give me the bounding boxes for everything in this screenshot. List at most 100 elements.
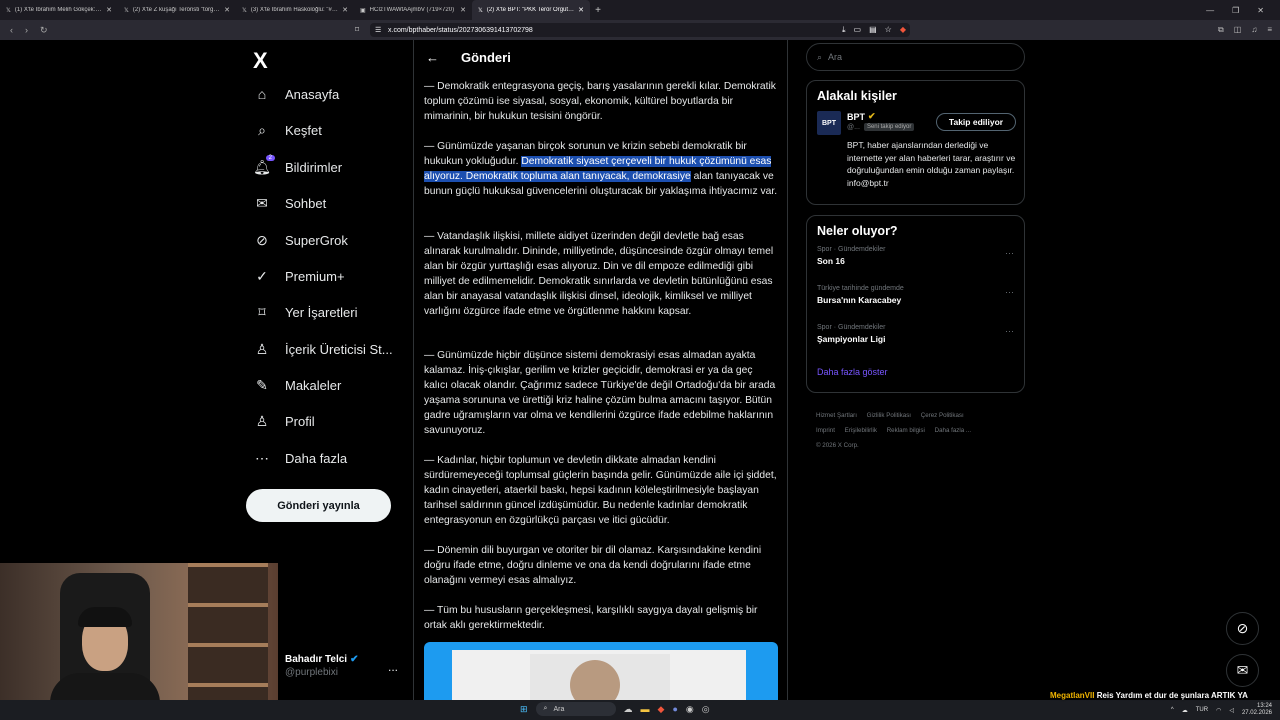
close-icon[interactable]: ✕: [578, 6, 584, 14]
following-button[interactable]: Takip ediliyor: [936, 113, 1016, 131]
nav-item-premium[interactable]: ✓ Premium+: [253, 268, 344, 285]
footer-link[interactable]: Gizlilik Politikası: [867, 412, 911, 419]
browser-tab-active[interactable]: 𝕏 (2) X'te BPT: "PKK Terör Örgütü İ ✕: [472, 0, 590, 20]
search-placeholder: Ara: [828, 52, 843, 62]
show-more-link[interactable]: Daha fazla göster: [807, 363, 1024, 391]
search-icon: ⌕: [543, 705, 548, 712]
browser-tab[interactable]: 𝕏(2) X'te Z kuşağı Teröristi "torgaryen …: [118, 0, 236, 20]
tab-title: (3) X'te İbrahim Haskoloğlu: "#SON: [250, 7, 339, 13]
footer-link[interactable]: Reklam bilgisi: [887, 427, 925, 434]
nav-item-home[interactable]: ⌂ Anasayfa: [253, 86, 339, 102]
close-icon[interactable]: ✕: [460, 6, 466, 14]
close-icon[interactable]: ✕: [224, 6, 230, 14]
avatar[interactable]: BPT: [817, 111, 841, 135]
footer-link[interactable]: Çerez Politikası: [921, 412, 964, 419]
nav-item-creator-studio[interactable]: ♙ İçerik Üreticisi St...: [253, 341, 393, 358]
trend-item[interactable]: Spor · Gündemdekiler Şampiyonlar Ligi ···: [807, 324, 1024, 363]
image-icon: ▣: [360, 7, 366, 14]
browser-tab[interactable]: 𝕏(1) X'te İbrahim Melih Gökçek: "SİZİN ✕: [0, 0, 118, 20]
wallet-icon[interactable]: ◫: [1234, 25, 1242, 35]
volume-icon[interactable]: ◁: [1229, 707, 1234, 714]
nav-item-notifications[interactable]: 🔔︎ 2 Bildirimler: [253, 155, 343, 176]
account-menu-icon[interactable]: ...: [388, 660, 398, 674]
footer-link[interactable]: Erişilebilirlik: [845, 427, 877, 434]
windows-start-icon[interactable]: ⊞: [520, 704, 528, 715]
extensions-icon[interactable]: ⧉: [1218, 25, 1224, 35]
trend-item[interactable]: Spor · Gündemdekiler Son 16 ···: [807, 246, 1024, 285]
maximize-icon[interactable]: ❐: [1232, 6, 1239, 15]
taskbar-search-label: Ara: [553, 705, 565, 713]
more-icon[interactable]: ···: [1005, 326, 1014, 336]
tab-title: (2) X'te BPT: "PKK Terör Örgütü İ: [486, 7, 575, 13]
footer-link[interactable]: Daha fazla ...: [935, 427, 971, 434]
post-button[interactable]: Gönderi yayınla: [246, 489, 391, 522]
screenshot-icon[interactable]: ▭: [854, 25, 862, 35]
star-icon[interactable]: ☆: [885, 25, 892, 35]
brave-icon[interactable]: ◆: [658, 704, 665, 715]
widgets-icon[interactable]: ☁: [624, 704, 633, 715]
nav-item-bookmarks[interactable]: ⌑ Yer İşaretleri: [253, 304, 357, 321]
close-icon[interactable]: ✕: [342, 6, 348, 14]
download-icon[interactable]: ⤓: [842, 25, 846, 35]
reader-icon[interactable]: ▤: [869, 25, 877, 35]
cloud-icon[interactable]: ☁: [1182, 707, 1188, 714]
account-switcher[interactable]: Bahadır Telci ✔ @purplebixi: [285, 654, 358, 678]
nav-item-chat[interactable]: ✉ Sohbet: [253, 195, 326, 212]
browser-tab[interactable]: ▣ HCIzTWAWtAAjmbV (719×720) ✕: [354, 0, 472, 20]
post-text: — Tüm bu hususların gerçekleşmesi, karşı…: [424, 605, 758, 631]
forward-icon[interactable]: ›: [25, 25, 28, 36]
back-icon[interactable]: ‹: [10, 25, 13, 36]
bookshelf-image: [188, 563, 268, 720]
image-frame: [452, 650, 746, 702]
x-logo-icon[interactable]: X: [253, 48, 268, 74]
nav-label: Bildirimler: [285, 160, 343, 175]
nav-item-profile[interactable]: ♙ Profil: [253, 413, 315, 430]
post-image[interactable]: [424, 642, 778, 702]
more-icon[interactable]: ···: [1005, 287, 1014, 297]
trends-card: Neler oluyor? Spor · Gündemdekiler Son 16…: [806, 215, 1025, 393]
file-explorer-icon[interactable]: ▬: [641, 704, 650, 714]
trend-item[interactable]: Türkiye tarihinde gündemde Bursa'nın Kara…: [807, 285, 1024, 324]
chat-username: MegatlanVII: [1050, 691, 1095, 700]
reload-icon[interactable]: ↻: [40, 25, 48, 36]
close-icon[interactable]: ✕: [106, 6, 112, 14]
nav-item-explore[interactable]: ⌕ Keşfet: [253, 122, 322, 139]
steam-icon[interactable]: ◉: [686, 704, 694, 715]
tray-chevron-icon[interactable]: ^: [1171, 707, 1174, 713]
clock[interactable]: 13:24 27.02.2026: [1242, 703, 1272, 717]
site-info-icon[interactable]: ☰: [375, 26, 381, 34]
search-input[interactable]: ⌕ Ara: [806, 43, 1025, 71]
footer-link[interactable]: Imprint: [816, 427, 835, 434]
grok-fab-icon[interactable]: ⊘: [1226, 612, 1259, 645]
bookmark-page-icon[interactable]: ⌑: [355, 25, 359, 34]
nav-item-more[interactable]: ⋯ Daha fazla: [253, 450, 347, 467]
nav-item-articles[interactable]: ✎ Makaleler: [253, 377, 341, 394]
browser-tab[interactable]: 𝕏 (3) X'te İbrahim Haskoloğlu: "#SON ✕: [236, 0, 354, 20]
back-arrow-icon[interactable]: ←: [426, 50, 439, 65]
person-item[interactable]: BPT BPT ✔ @... Seni takip ediyor Takip edi…: [807, 111, 1024, 201]
address-bar[interactable]: ☰ x.com/bpthaber/status/2027306391413702…: [370, 23, 910, 37]
obs-icon[interactable]: ◎: [702, 704, 710, 715]
related-title: Alakalı kişiler: [817, 89, 897, 103]
shield-icon[interactable]: ◆: [900, 25, 906, 35]
music-icon[interactable]: ♫: [1251, 25, 1257, 35]
menu-icon[interactable]: ≡: [1267, 25, 1272, 35]
grok-icon: ⊘: [256, 232, 268, 248]
post-paragraph: — Tüm bu hususların gerçekleşmesi, karşı…: [424, 603, 779, 633]
language-indicator[interactable]: TUR: [1196, 707, 1208, 713]
footer-link[interactable]: Hizmet Şartları: [816, 412, 857, 419]
more-icon[interactable]: ···: [1005, 248, 1014, 258]
trend-meta: Türkiye tarihinde gündemde: [817, 285, 904, 292]
discord-icon[interactable]: ●: [672, 704, 677, 714]
close-window-icon[interactable]: ✕: [1257, 6, 1264, 15]
new-tab-button[interactable]: +: [590, 5, 606, 16]
nav-item-supergrok[interactable]: ⊘ SuperGrok: [253, 232, 348, 249]
taskbar-search[interactable]: ⌕ Ara: [535, 702, 616, 716]
wifi-icon[interactable]: ◠: [1216, 707, 1221, 714]
nav-label: Daha fazla: [285, 451, 348, 466]
minimize-icon[interactable]: —: [1206, 6, 1214, 15]
post-paragraph: — Kadınlar, hiçbir toplumun ve devletin …: [424, 453, 779, 528]
messages-fab-icon[interactable]: ✉: [1226, 654, 1259, 687]
x-icon: 𝕏: [124, 7, 129, 14]
windows-taskbar: ⊞ ⌕ Ara ☁ ▬ ◆ ● ◉ ◎ ^ ☁ TUR ◠ ◁ 13:24 27.0…: [0, 700, 1280, 720]
